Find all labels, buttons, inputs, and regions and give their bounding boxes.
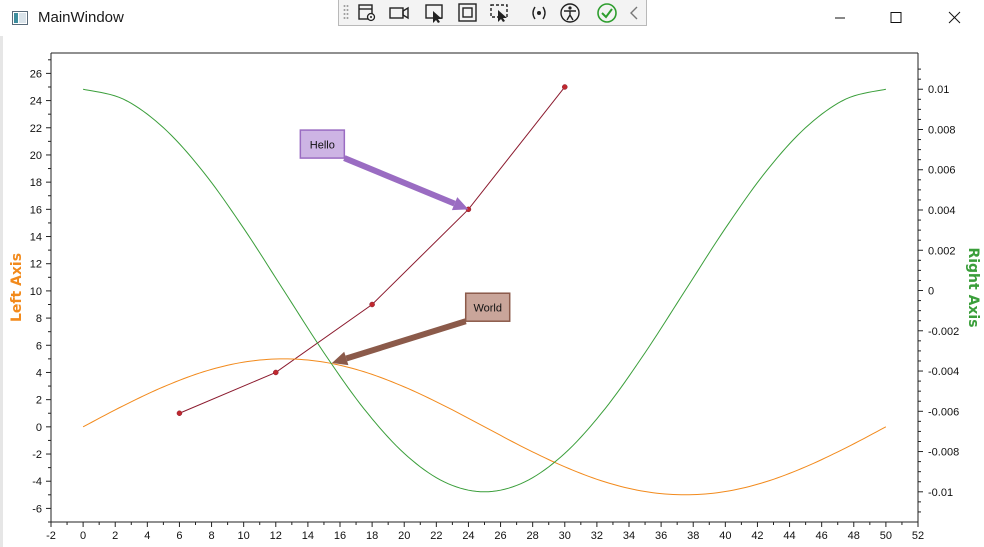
x-tick-label: 26 [494, 530, 506, 542]
y2-tick-label: 0.006 [928, 165, 956, 177]
annotation-arrow-shaft [345, 318, 467, 362]
grip-icon[interactable] [343, 4, 349, 22]
y-tick-label: -6 [32, 503, 42, 515]
y-tick-label: 20 [30, 150, 42, 162]
y-tick-label: 10 [30, 286, 42, 298]
annotation-label: Hello [310, 140, 335, 152]
series-0-line [179, 86, 566, 414]
y2-tick-label: 0.002 [928, 245, 956, 257]
y-tick-label: 22 [30, 123, 42, 135]
x-tick-label: 14 [302, 530, 314, 542]
y-tick-label: 8 [36, 313, 42, 325]
series-1-line [82, 358, 887, 496]
x-tick-label: 46 [816, 530, 828, 542]
x-tick-label: 52 [912, 530, 924, 542]
minimize-button[interactable] [817, 0, 863, 36]
y-tick-label: 12 [30, 259, 42, 271]
y2-tick-label: 0 [928, 286, 934, 298]
series-0-point [273, 369, 279, 376]
right-axis-title: Right Axis [965, 247, 981, 327]
annotation-label: World [473, 303, 502, 315]
series-0-point [369, 301, 375, 308]
x-tick-label: 48 [848, 530, 860, 542]
x-tick-label: 2 [112, 530, 118, 542]
y2-tick-label: -0.004 [928, 366, 959, 378]
x-tick-label: 12 [270, 530, 282, 542]
y-tick-label: 26 [30, 68, 42, 80]
annotation-arrow-head [331, 351, 349, 366]
x-tick-label: 40 [719, 530, 731, 542]
y2-tick-label: -0.008 [928, 447, 959, 459]
x-tick-label: 24 [462, 530, 474, 542]
video-icon[interactable] [387, 2, 411, 24]
y-tick-label: 14 [30, 232, 42, 244]
x-tick-label: 42 [751, 530, 763, 542]
y2-tick-label: -0.01 [928, 487, 953, 499]
element-select-icon[interactable] [488, 2, 512, 24]
collapse-icon[interactable] [623, 2, 647, 24]
x-tick-label: 10 [238, 530, 250, 542]
series-0-point [176, 410, 183, 416]
x-tick-label: 28 [527, 530, 539, 542]
x-tick-label: 22 [430, 530, 442, 542]
accessibility-icon[interactable] [558, 2, 582, 24]
x-tick-label: 32 [591, 530, 603, 542]
y-tick-label: 18 [30, 177, 42, 189]
y2-tick-label: 0.004 [928, 205, 956, 217]
annotation-arrow-shaft [343, 155, 456, 207]
x-tick-label: -2 [46, 530, 56, 542]
y-tick-label: 4 [36, 367, 42, 379]
y-tick-label: -2 [32, 449, 42, 461]
title-bar: MainWindow [0, 0, 984, 36]
x-tick-label: 16 [334, 530, 346, 542]
y-tick-label: -4 [32, 476, 42, 488]
chart: -2 0 2 4 6 8 10 12 14 16 18 20 22 24 26 28 30 32 34 36 38 40 4… [9, 52, 981, 542]
window-title: MainWindow [38, 9, 124, 26]
pointer-icon[interactable] [423, 2, 447, 24]
binding-icon[interactable] [527, 2, 551, 24]
chart-annotations: Hello World [299, 129, 511, 366]
x-tick-label: 20 [398, 530, 410, 542]
y2-tick-label: -0.006 [928, 406, 959, 418]
check-icon[interactable] [595, 2, 619, 24]
y-tick-label: 16 [30, 204, 42, 216]
frame-icon[interactable] [456, 2, 480, 24]
app-icon [12, 11, 28, 25]
x-tick-label: 6 [176, 530, 182, 542]
x-tick-label: 44 [783, 530, 795, 542]
series-0-point [562, 84, 568, 90]
y-tick-label: 0 [36, 422, 42, 434]
x-tick-label: 0 [80, 530, 86, 542]
x-tick-label: 30 [559, 530, 571, 542]
maximize-button[interactable] [873, 0, 919, 36]
x-tick-label: 36 [655, 530, 667, 542]
select-element-icon[interactable] [355, 2, 379, 24]
y2-tick-label: -0.002 [928, 326, 959, 338]
x-tick-label: 18 [366, 530, 378, 542]
x-tick-label: 8 [208, 530, 214, 542]
x-tick-label: 38 [687, 530, 699, 542]
close-button[interactable] [931, 0, 977, 36]
y2-tick-label: 0.01 [928, 84, 949, 96]
y-tick-label: 24 [30, 96, 42, 108]
y-tick-label: 6 [36, 340, 42, 352]
left-axis-title: Left Axis [9, 253, 25, 322]
debug-toolbar [338, 0, 647, 26]
x-tick-label: 50 [880, 530, 892, 542]
chart-series [82, 84, 887, 496]
y2-tick-label: 0.008 [928, 124, 956, 136]
x-tick-label: 34 [623, 530, 635, 542]
series-2-line [83, 88, 886, 493]
x-tick-label: 4 [144, 530, 150, 542]
y-tick-label: 2 [36, 395, 42, 407]
